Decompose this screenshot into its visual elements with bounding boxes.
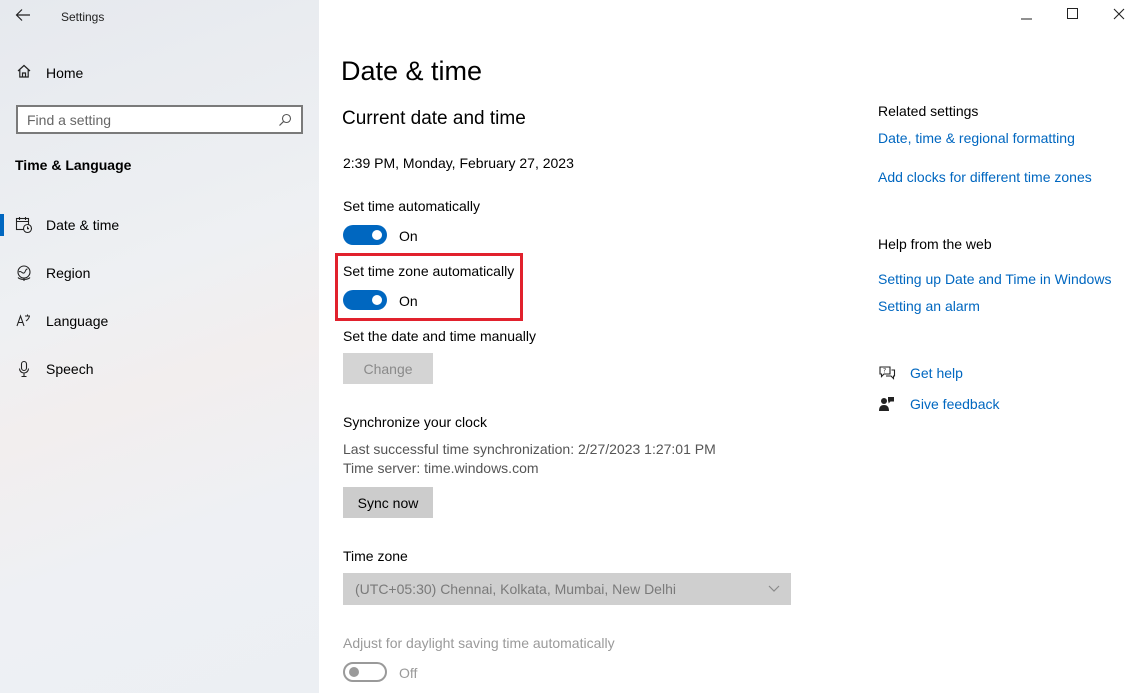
sidebar-item-language[interactable]: Language (0, 303, 319, 339)
daylight-label: Adjust for daylight saving time automati… (343, 635, 615, 651)
svg-text:?: ? (883, 368, 886, 375)
set-time-auto-label: Set time automatically (343, 198, 480, 214)
time-zone-select[interactable]: (UTC+05:30) Chennai, Kolkata, Mumbai, Ne… (343, 573, 791, 605)
link-regional-formatting[interactable]: Date, time & regional formatting (878, 130, 1075, 146)
sync-now-button[interactable]: Sync now (343, 487, 433, 518)
get-help-row[interactable]: ? Get help (878, 362, 963, 384)
set-time-auto-state: On (399, 228, 418, 244)
sidebar-item-speech[interactable]: Speech (0, 351, 319, 387)
last-sync-text: Last successful time synchronization: 2/… (343, 441, 716, 457)
sidebar-item-label: Region (46, 265, 91, 281)
current-datetime: 2:39 PM, Monday, February 27, 2023 (343, 155, 574, 171)
time-zone-value: (UTC+05:30) Chennai, Kolkata, Mumbai, Ne… (355, 581, 676, 597)
sidebar-item-date-time[interactable]: Date & time (0, 207, 319, 243)
give-feedback-link[interactable]: Give feedback (910, 396, 1000, 412)
manual-datetime-label: Set the date and time manually (343, 328, 537, 344)
page-title: Date & time (341, 56, 483, 86)
home-label: Home (46, 65, 84, 81)
give-feedback-row[interactable]: Give feedback (878, 393, 1000, 415)
sync-title: Synchronize your clock (343, 414, 487, 430)
toggle-knob (372, 295, 382, 305)
link-setting-alarm[interactable]: Setting an alarm (878, 298, 980, 314)
set-timezone-auto-label: Set time zone automatically (343, 263, 515, 279)
search-input[interactable] (18, 107, 273, 132)
app-title: Settings (61, 10, 105, 24)
minimize-icon (1021, 7, 1033, 25)
chat-help-icon: ? (878, 364, 896, 382)
toggle-knob (372, 230, 382, 240)
search-box[interactable] (16, 105, 303, 134)
daylight-toggle[interactable] (343, 662, 387, 682)
sidebar: Settings Home Time & Language Date & tim… (0, 0, 319, 693)
toggle-knob (349, 667, 359, 677)
back-arrow-icon (15, 8, 31, 27)
globe-icon (15, 264, 33, 282)
daylight-state: Off (399, 665, 418, 681)
close-button[interactable] (1096, 0, 1139, 32)
sidebar-item-region[interactable]: Region (0, 255, 319, 291)
change-button[interactable]: Change (343, 353, 433, 384)
sidebar-item-label: Language (46, 313, 109, 329)
language-icon (15, 312, 33, 330)
sidebar-item-label: Date & time (46, 217, 120, 233)
sidebar-item-label: Speech (46, 361, 94, 377)
link-setting-up-date-time[interactable]: Setting up Date and Time in Windows (878, 271, 1111, 287)
feedback-person-icon (878, 395, 896, 413)
sidebar-home[interactable]: Home (16, 62, 83, 84)
time-zone-label: Time zone (343, 548, 408, 564)
active-indicator (0, 214, 4, 236)
related-settings-title: Related settings (878, 103, 979, 119)
maximize-icon (1067, 7, 1079, 25)
microphone-icon (15, 360, 33, 378)
chevron-down-icon (767, 581, 781, 598)
link-add-clocks[interactable]: Add clocks for different time zones (878, 169, 1092, 185)
sidebar-section-title: Time & Language (15, 157, 132, 173)
time-server-text: Time server: time.windows.com (343, 460, 539, 476)
close-icon (1113, 7, 1125, 25)
help-web-title: Help from the web (878, 236, 992, 252)
calendar-clock-icon (15, 216, 33, 234)
set-timezone-auto-state: On (399, 293, 418, 309)
maximize-button[interactable] (1050, 0, 1096, 32)
back-button[interactable] (8, 4, 38, 30)
minimize-button[interactable] (1004, 0, 1050, 32)
get-help-link[interactable]: Get help (910, 365, 963, 381)
home-icon (16, 63, 32, 84)
search-icon[interactable] (273, 108, 297, 132)
set-time-auto-toggle[interactable] (343, 225, 387, 245)
set-timezone-auto-toggle[interactable] (343, 290, 387, 310)
section-title: Current date and time (342, 108, 526, 129)
